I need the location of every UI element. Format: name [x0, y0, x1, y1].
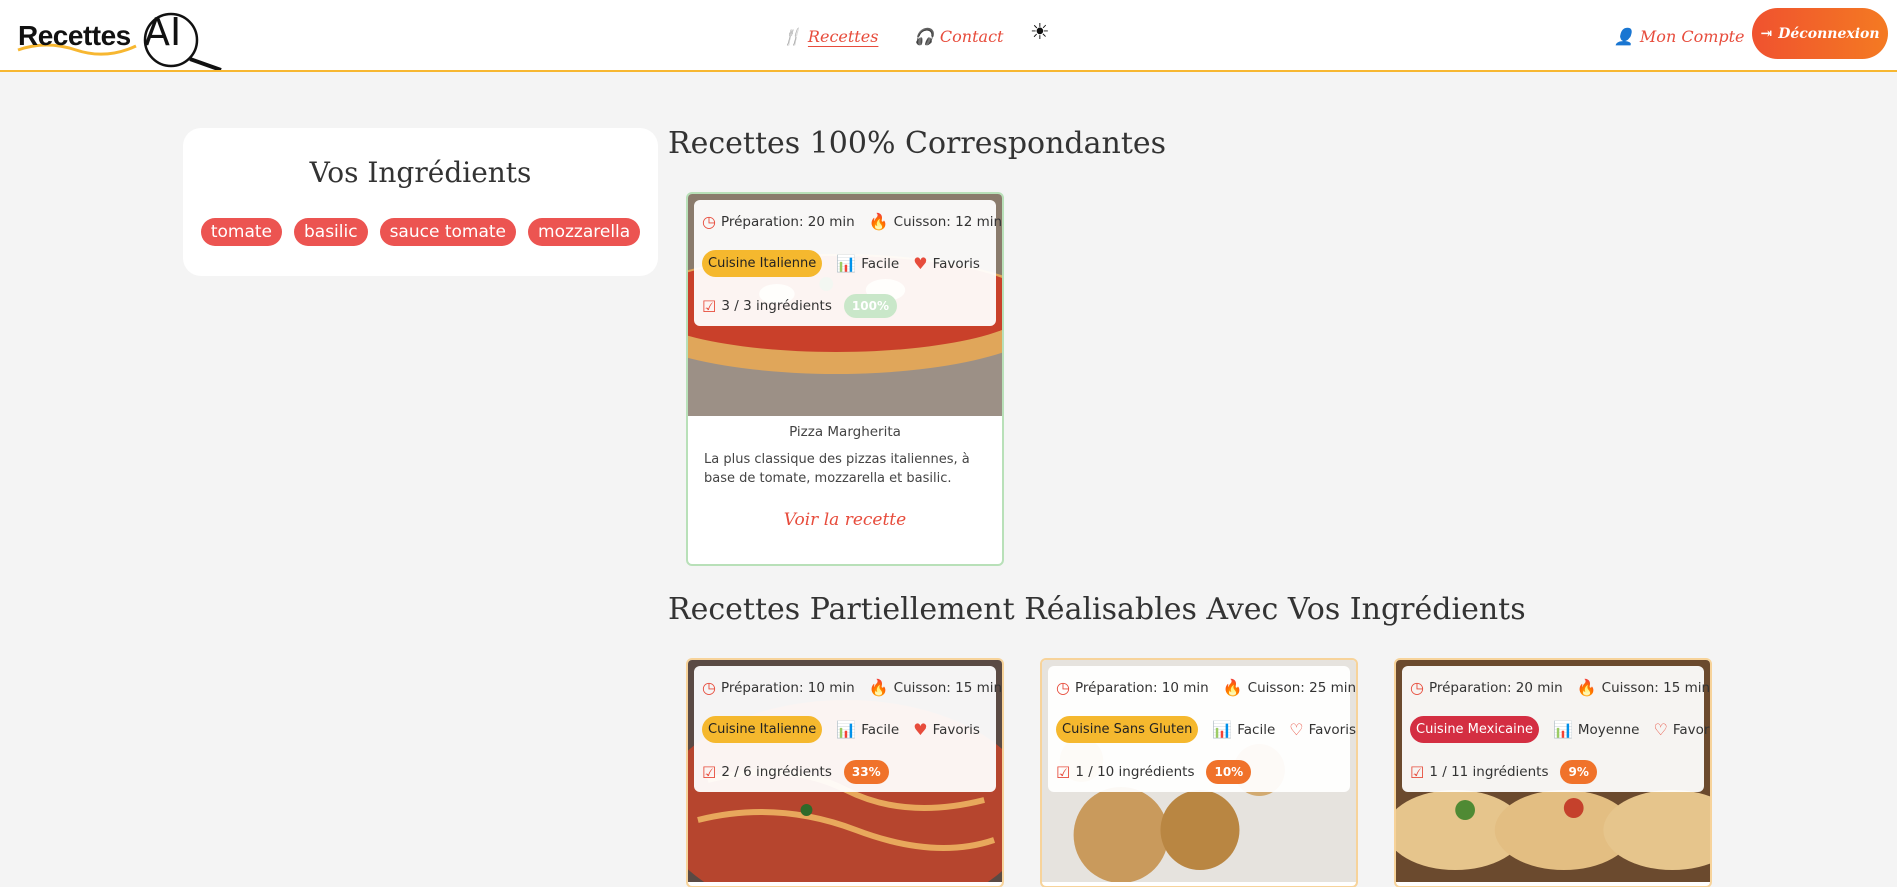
ingredients-panel: Vos Ingrédients tomate basilic sauce tom…: [183, 128, 658, 276]
prep-time: Préparation: 20 min: [1428, 679, 1563, 696]
difficulty: Facile: [861, 721, 900, 738]
nav-contact-label: Contact: [939, 26, 1004, 46]
ingredients-title: Vos Ingrédients: [309, 156, 532, 189]
prep-time: Préparation: 10 min: [720, 679, 855, 696]
favorite-label: Favoris: [932, 255, 980, 272]
heart-filled-icon[interactable]: ♥: [913, 254, 927, 273]
heart-filled-icon[interactable]: ♥: [913, 720, 927, 739]
flame-icon: 🔥: [868, 678, 889, 697]
heart-outline-icon[interactable]: ♡: [1653, 720, 1667, 739]
flame-icon: 🔥: [1222, 678, 1243, 697]
difficulty: Facile: [861, 255, 900, 272]
ingredients-count: 2 / 6 ingrédients: [721, 764, 832, 780]
recipe-info-box: ◷ Préparation: 20 min 🔥 Cuisson: 15 min …: [1402, 666, 1710, 792]
account-link[interactable]: 👤 Mon Compte: [1614, 27, 1745, 46]
view-recipe-link[interactable]: Voir la recette: [688, 510, 1002, 530]
ingredient-chip[interactable]: mozzarella: [528, 218, 641, 246]
favorite-label: Favoris: [932, 721, 980, 738]
clock-icon: ◷: [702, 212, 716, 231]
cook-time: Cuisson: 25 min: [1247, 679, 1357, 696]
match-badge: 100%: [843, 294, 897, 318]
logo-text: Recettes: [18, 20, 131, 51]
prep-time: Préparation: 20 min: [720, 213, 855, 230]
headset-icon: 🎧: [914, 26, 934, 46]
ingredients-count: 1 / 11 ingrédients: [1429, 764, 1549, 780]
recipe-description: La plus classique des pizzas italiennes,…: [704, 452, 970, 486]
bar-chart-icon: 📊: [1212, 720, 1233, 739]
checklist-icon: ☑: [702, 762, 717, 782]
logo-ai-text: AI: [144, 10, 182, 54]
recipe-info-box: ◷ Préparation: 20 min 🔥 Cuisson: 12 min …: [694, 200, 1002, 326]
recipe-card[interactable]: ◷ Préparation: 20 min 🔥 Cuisson: 12 min …: [686, 192, 1004, 566]
difficulty: Moyenne: [1577, 721, 1640, 738]
match-badge: 9%: [1560, 760, 1597, 784]
recipe-card[interactable]: ◷ Préparation: 10 min 🔥 Cuisson: 15 min …: [686, 658, 1004, 887]
cuisine-badge[interactable]: Cuisine Sans Gluten: [1056, 716, 1199, 743]
heart-outline-icon[interactable]: ♡: [1289, 720, 1303, 739]
checklist-icon: ☑: [1410, 762, 1425, 782]
top-navbar: Recettes AI 🍴 Recettes 🎧 Contact ☀ 👤 Mon…: [0, 0, 1897, 72]
favorite-label: Favoris: [1672, 721, 1710, 738]
recipe-info-box: ◷ Préparation: 10 min 🔥 Cuisson: 15 min …: [694, 666, 1002, 792]
cook-time: Cuisson: 15 min: [893, 679, 1003, 696]
recipe-body: Pizza Margherita La plus classique des p…: [688, 416, 1002, 530]
match-badge: 33%: [843, 760, 889, 784]
nav-recettes-label: Recettes: [807, 26, 879, 46]
ingredient-chip[interactable]: tomate: [200, 218, 282, 246]
checklist-icon: ☑: [1056, 762, 1071, 782]
recipe-card[interactable]: ◷ Préparation: 20 min 🔥 Cuisson: 15 min …: [1394, 658, 1712, 887]
flame-icon: 🔥: [1576, 678, 1597, 697]
bar-chart-icon: 📊: [836, 720, 857, 739]
user-icon: 👤: [1614, 26, 1634, 46]
ingredients-list: tomate basilic sauce tomate mozzarella: [183, 218, 658, 246]
nav-contact-link[interactable]: 🎧 Contact: [914, 27, 1003, 46]
cook-time: Cuisson: 12 min: [893, 213, 1003, 230]
cuisine-badge[interactable]: Cuisine Italienne: [702, 250, 823, 277]
recipe-card[interactable]: ◷ Préparation: 10 min 🔥 Cuisson: 25 min …: [1040, 658, 1358, 887]
nav-recettes[interactable]: 🍴 Recettes: [782, 0, 878, 72]
cuisine-badge[interactable]: Cuisine Italienne: [702, 716, 823, 743]
clock-icon: ◷: [1410, 678, 1424, 697]
prep-time: Préparation: 10 min: [1074, 679, 1209, 696]
clock-icon: ◷: [1056, 678, 1070, 697]
ingredients-count: 1 / 10 ingrédients: [1075, 764, 1195, 780]
account-label: Mon Compte: [1639, 26, 1745, 46]
bar-chart-icon: 📊: [1552, 720, 1573, 739]
logout-button[interactable]: ⇥ Déconnexion: [1752, 8, 1888, 59]
recipe-name: Pizza Margherita: [789, 424, 901, 440]
section-title-partial: Recettes Partiellement Réalisables Avec …: [668, 592, 1526, 627]
ingredients-count: 3 / 3 ingrédients: [721, 298, 832, 314]
theme-toggle-sun-icon[interactable]: ☀: [1030, 20, 1050, 45]
nav-contact[interactable]: 🎧 Contact: [914, 0, 1003, 72]
difficulty: Facile: [1237, 721, 1276, 738]
cook-time: Cuisson: 15 min: [1601, 679, 1711, 696]
clock-icon: ◷: [702, 678, 716, 697]
flame-icon: 🔥: [868, 212, 889, 231]
logout-icon: ⇥: [1760, 25, 1773, 42]
fork-knife-icon: 🍴: [782, 26, 802, 46]
match-badge: 10%: [1206, 760, 1252, 784]
logout-label: Déconnexion: [1778, 25, 1880, 42]
section-title-full: Recettes 100% Correspondantes: [668, 126, 1167, 161]
recipe-info-box: ◷ Préparation: 10 min 🔥 Cuisson: 25 min …: [1048, 666, 1356, 792]
bar-chart-icon: 📊: [836, 254, 857, 273]
checklist-icon: ☑: [702, 296, 717, 316]
ingredient-chip[interactable]: sauce tomate: [379, 218, 517, 246]
logo[interactable]: Recettes AI: [16, 4, 226, 70]
cuisine-badge[interactable]: Cuisine Mexicaine: [1410, 716, 1539, 743]
nav-account[interactable]: 👤 Mon Compte: [1614, 0, 1745, 72]
nav-recettes-link[interactable]: 🍴 Recettes: [782, 27, 878, 46]
favorite-label: Favoris: [1308, 721, 1356, 738]
ingredient-chip[interactable]: basilic: [293, 218, 368, 246]
